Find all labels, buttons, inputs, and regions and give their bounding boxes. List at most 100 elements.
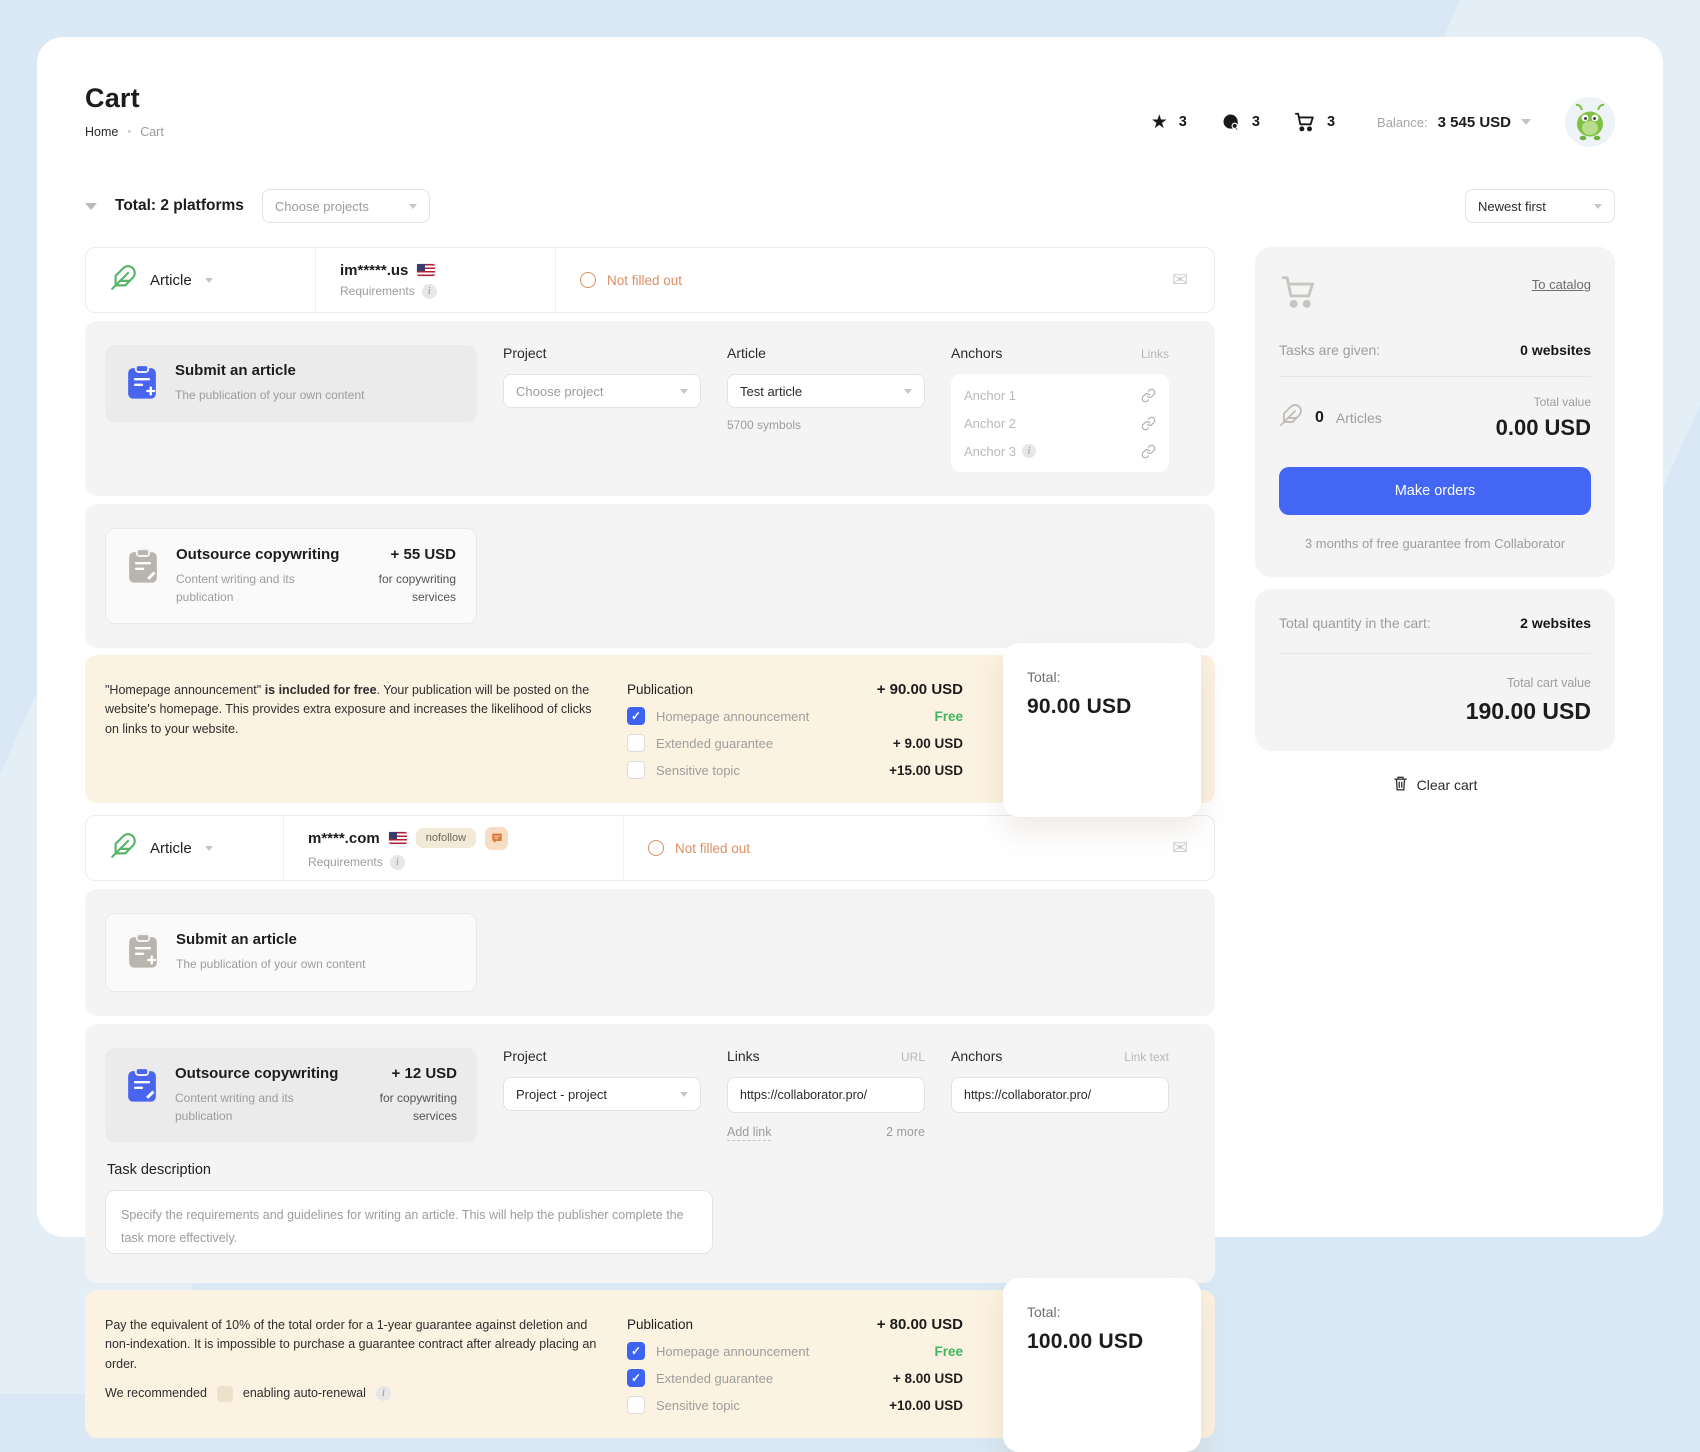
homepage-announcement-checkbox[interactable] [627, 1342, 645, 1360]
publication-price: + 90.00 USD [877, 681, 963, 698]
link-icon[interactable] [1141, 416, 1156, 431]
chevron-down-icon [680, 1092, 688, 1097]
cart-toolbar: Total: 2 platforms Choose projects Newes… [85, 189, 1615, 223]
content-type-select[interactable]: Article [86, 248, 316, 312]
anchors-label: Anchors [951, 345, 1002, 361]
project-select[interactable]: Choose project [503, 374, 701, 408]
link-icon[interactable] [1141, 444, 1156, 459]
comment-badge-icon[interactable] [485, 827, 508, 850]
avatar-monster-icon [1568, 100, 1612, 144]
cart-icon [1294, 111, 1316, 133]
sort-select[interactable]: Newest first [1465, 189, 1615, 223]
info-icon[interactable]: i [422, 284, 437, 299]
status-ring-icon [580, 272, 596, 288]
cart-page: Cart Home • Cart ★ 3 3 3 Balance: 3 5 [37, 37, 1663, 1237]
platform-domain[interactable]: im*****.us [340, 262, 408, 279]
page-title: Cart [85, 83, 164, 114]
platform-card-2: Article m****.com nofollow Requirements [85, 815, 1215, 881]
balance-label: Balance: [1377, 115, 1428, 130]
extended-guarantee-checkbox[interactable] [627, 734, 645, 752]
nofollow-badge: nofollow [416, 828, 476, 848]
total-value: 100.00 USD [1027, 1330, 1177, 1354]
task-description-label: Task description [107, 1162, 1195, 1178]
article-symbols-hint: 5700 symbols [727, 418, 925, 432]
info-icon[interactable]: i [1022, 444, 1036, 458]
submit-article-section-2: Submit an article The publication of you… [85, 889, 1215, 1016]
divider [1279, 376, 1591, 377]
submit-article-option[interactable]: Submit an article The publication of you… [105, 913, 477, 992]
guarantee-note: 3 months of free guarantee from Collabor… [1279, 536, 1591, 551]
outsource-section-2: Outsource copywriting + 12 USD Content w… [85, 1024, 1215, 1283]
project-label: Project [503, 1048, 547, 1064]
cart-totals-card: Total quantity in the cart: 2 websites T… [1255, 589, 1615, 751]
info-icon[interactable]: i [390, 855, 405, 870]
publication-options: Publication + 80.00 USD Homepage announc… [627, 1316, 963, 1414]
cart-counter[interactable]: 3 [1294, 111, 1335, 133]
breadcrumb-home[interactable]: Home [85, 125, 118, 139]
quantity-value: 2 websites [1520, 615, 1591, 631]
envelope-icon[interactable]: ✉ [1172, 837, 1188, 860]
anchors-box: Anchor 1 Anchor 2 Anchor 3i [951, 374, 1169, 472]
make-orders-button[interactable]: Make orders [1279, 467, 1591, 515]
cart-icon [1279, 273, 1319, 316]
more-links-label[interactable]: 2 more [886, 1125, 925, 1141]
article-select[interactable]: Test article [727, 374, 925, 408]
status-badge: Not filled out [607, 273, 682, 288]
anchor-text-input[interactable] [951, 1077, 1169, 1113]
sensitive-topic-checkbox[interactable] [627, 761, 645, 779]
divider [1279, 653, 1591, 654]
anchors-label: Anchors [951, 1048, 1002, 1064]
link-icon[interactable] [1141, 388, 1156, 403]
submit-article-option[interactable]: Submit an article The publication of you… [105, 345, 477, 422]
platform-card-1: Article im*****.us Requirements i [85, 247, 1215, 313]
collapse-chevron-icon[interactable] [85, 203, 97, 210]
to-catalog-link[interactable]: To catalog [1532, 277, 1591, 292]
envelope-icon[interactable]: ✉ [1172, 269, 1188, 292]
cart-items-column: Article im*****.us Requirements i [85, 247, 1215, 1438]
us-flag-icon [389, 832, 407, 844]
trash-icon [1393, 775, 1408, 795]
info-icon[interactable]: i [376, 1386, 391, 1401]
task-description-textarea[interactable] [105, 1190, 713, 1254]
feather-icon [110, 832, 137, 864]
platform-domain[interactable]: m****.com [308, 830, 380, 847]
requirements-label: Requirements [340, 284, 415, 298]
chevron-down-icon [904, 389, 912, 394]
article-label: Article [727, 345, 766, 361]
anchor-input-3[interactable]: Anchor 3i [964, 440, 1156, 462]
clipboard-edit-icon [125, 1067, 159, 1108]
homepage-announcement-checkbox[interactable] [627, 707, 645, 725]
breadcrumb: Home • Cart [85, 125, 164, 139]
links-label: Links [727, 1048, 760, 1064]
outsource-copywriting-option[interactable]: Outsource copywriting + 12 USD Content w… [105, 1048, 477, 1142]
clear-cart-button[interactable]: Clear cart [1255, 775, 1615, 795]
outsource-price: + 55 USD [391, 546, 456, 563]
sensitive-topic-checkbox[interactable] [627, 1396, 645, 1414]
outsource-copywriting-option[interactable]: Outsource copywriting + 55 USD Content w… [105, 528, 477, 624]
clipboard-edit-icon [126, 548, 160, 589]
item-total-card: Total: 90.00 USD [1003, 643, 1201, 817]
project-label: Project [503, 345, 547, 361]
auto-renewal-checkbox[interactable] [217, 1386, 233, 1402]
add-link-button[interactable]: Add link [727, 1125, 771, 1141]
total-value-label: Total value [1496, 395, 1591, 409]
link-url-input[interactable] [727, 1077, 925, 1113]
content-type-select[interactable]: Article [86, 816, 284, 880]
favorites-counter[interactable]: ★ 3 [1151, 113, 1187, 132]
anchor-input-1[interactable]: Anchor 1 [964, 384, 1156, 406]
outsource-price: + 12 USD [392, 1065, 457, 1082]
balance-value: 3 545 USD [1438, 114, 1511, 131]
anchor-input-2[interactable]: Anchor 2 [964, 412, 1156, 434]
breadcrumb-current: Cart [140, 125, 164, 139]
messages-counter[interactable]: 3 [1221, 112, 1260, 132]
cart-value-label: Total cart value [1279, 676, 1591, 690]
choose-projects-select[interactable]: Choose projects [262, 189, 430, 223]
articles-label: Articles [1336, 410, 1382, 426]
feather-icon [1279, 403, 1303, 432]
project-select[interactable]: Project - project [503, 1077, 701, 1111]
notice-text: Pay the equivalent of 10% of the total o… [105, 1316, 605, 1414]
user-avatar[interactable] [1565, 97, 1615, 147]
balance[interactable]: Balance: 3 545 USD [1377, 114, 1531, 131]
cart-value: 190.00 USD [1279, 698, 1591, 725]
extended-guarantee-checkbox[interactable] [627, 1369, 645, 1387]
